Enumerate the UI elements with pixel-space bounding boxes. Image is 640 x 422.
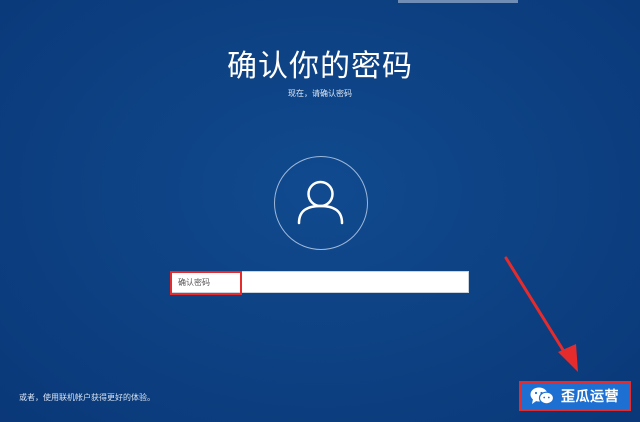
user-icon	[297, 180, 344, 225]
page-subtitle: 现在，请确认密码	[288, 89, 352, 98]
online-account-link[interactable]: 或者，使用联机帐户获得更好的体验。	[19, 392, 155, 404]
wechat-icon	[528, 385, 556, 407]
setup-screen: 确认你的密码 现在，请确认密码 或者，使用联机帐户获得更好的体验。 歪瓜运营	[0, 0, 640, 422]
watermark-badge: 歪瓜运营	[519, 381, 631, 411]
user-avatar	[274, 156, 368, 250]
annotation-arrow	[504, 256, 578, 372]
confirm-password-input[interactable]	[173, 273, 463, 291]
top-progress-strip	[398, 0, 518, 3]
confirm-password-field[interactable]	[171, 271, 469, 293]
watermark-label: 歪瓜运营	[561, 389, 619, 405]
page-title: 确认你的密码	[227, 49, 413, 84]
